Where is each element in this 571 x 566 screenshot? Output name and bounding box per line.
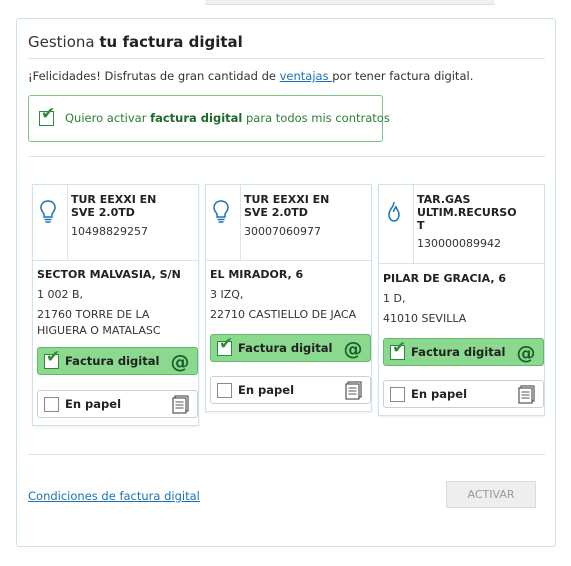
digital-invoice-label: Factura digital [238, 341, 333, 355]
contract-card-header: TUR EEXXI EN SVE 2.0TD 10498829257 [33, 185, 198, 261]
tariff-name: TUR EEXXI EN SVE 2.0TD [71, 193, 157, 219]
flame-icon [388, 201, 400, 222]
paper-invoice-checkbox[interactable] [44, 397, 59, 412]
paper-document-icon [518, 385, 535, 404]
svg-text:@: @ [171, 351, 190, 373]
contract-number: 30007060977 [244, 225, 321, 238]
at-sign-icon: @ [517, 342, 536, 364]
activate-all-label: Quiero activar factura digital para todo… [65, 111, 390, 125]
paper-invoice-option[interactable]: En papel [210, 376, 371, 404]
top-strip [205, 0, 495, 5]
supply-address: PILAR DE GRACIA, 6 1 D, 41010 SEVILLA [383, 272, 507, 325]
tariff-name: TAR.GAS ULTIM.RECURSO T [417, 193, 517, 232]
checkmark-icon: ✔ [392, 338, 407, 358]
contract-card-1: TUR EEXXI EN SVE 2.0TD 10498829257 SECTO… [32, 184, 199, 426]
supply-address: EL MIRADOR, 6 3 IZQ, 22710 CASTIELLO DE … [210, 268, 357, 321]
contract-type-cell [33, 185, 68, 260]
checkmark-icon: ✔ [41, 104, 56, 124]
activate-all-checkbox-row[interactable]: ✔ Quiero activar factura digital para to… [28, 95, 390, 142]
digital-invoice-checkbox[interactable]: ✔ [390, 340, 406, 360]
contract-card-2: TUR EEXXI EN SVE 2.0TD 30007060977 EL MI… [205, 184, 372, 412]
tariff-name: TUR EEXXI EN SVE 2.0TD [244, 193, 330, 219]
checkmark-icon: ✔ [46, 347, 61, 367]
paper-invoice-checkbox[interactable] [390, 387, 405, 402]
digital-invoice-label: Factura digital [65, 354, 160, 368]
paper-invoice-option[interactable]: En papel [383, 380, 544, 408]
paper-document-icon [172, 395, 189, 414]
paper-document-icon [345, 381, 362, 400]
lightbulb-icon [40, 200, 56, 223]
svg-text:@: @ [344, 338, 363, 360]
digital-invoice-checkbox[interactable]: ✔ [217, 336, 233, 356]
contract-number: 130000089942 [417, 237, 501, 250]
contract-card-3: TAR.GAS ULTIM.RECURSO T 130000089942 PIL… [378, 184, 545, 416]
paper-invoice-option[interactable]: En papel [37, 390, 198, 418]
divider-top [28, 58, 545, 59]
conditions-link[interactable]: Condiciones de factura digital [28, 489, 200, 503]
divider-bottom [28, 454, 545, 455]
intro-text: ¡Felicidades! Disfrutas de gran cantidad… [28, 69, 474, 83]
page-title: Gestiona tu factura digital [28, 33, 243, 51]
contract-card-header: TUR EEXXI EN SVE 2.0TD 30007060977 [206, 185, 371, 261]
digital-invoice-option[interactable]: ✔ Factura digital @ [383, 338, 544, 366]
contract-type-cell [379, 185, 414, 263]
paper-invoice-checkbox[interactable] [217, 383, 232, 398]
digital-invoice-option[interactable]: ✔ Factura digital @ [37, 347, 198, 375]
contract-number: 10498829257 [71, 225, 148, 238]
svg-text:@: @ [517, 342, 536, 364]
activate-all-checkbox[interactable]: ✔ [39, 106, 55, 126]
paper-invoice-label: En papel [65, 397, 122, 411]
digital-invoice-checkbox[interactable]: ✔ [44, 349, 60, 369]
contract-type-cell [206, 185, 241, 260]
supply-address: SECTOR MALVASIA, S/N 1 002 B, 21760 TORR… [37, 268, 181, 337]
divider-middle [28, 156, 545, 157]
contract-card-header: TAR.GAS ULTIM.RECURSO T 130000089942 [379, 185, 544, 264]
paper-invoice-label: En papel [238, 383, 295, 397]
ventajas-link[interactable]: ventajas [280, 69, 333, 83]
digital-invoice-option[interactable]: ✔ Factura digital @ [210, 334, 371, 362]
at-sign-icon: @ [344, 338, 363, 360]
at-sign-icon: @ [171, 351, 190, 373]
paper-invoice-label: En papel [411, 387, 468, 401]
activate-button[interactable]: ACTIVAR [446, 481, 536, 508]
checkmark-icon: ✔ [219, 334, 234, 354]
digital-invoice-label: Factura digital [411, 345, 506, 359]
lightbulb-icon [213, 200, 229, 223]
